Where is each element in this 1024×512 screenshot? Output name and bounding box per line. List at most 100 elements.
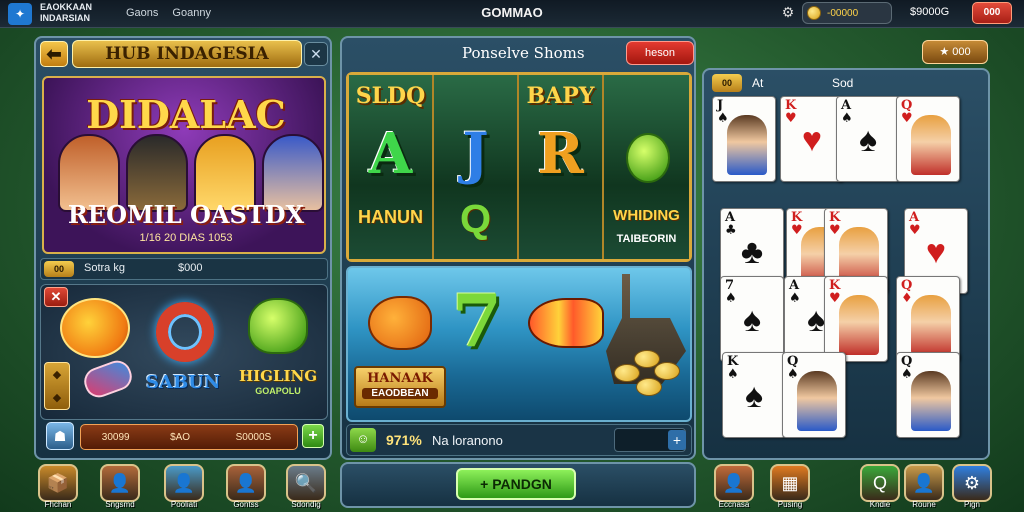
dock-button[interactable]: ▦ bbox=[770, 464, 810, 502]
middle-header-button[interactable]: heson bbox=[626, 41, 694, 65]
dock-label: Sngsmd bbox=[105, 500, 135, 509]
playing-card[interactable]: Q ♠ bbox=[782, 352, 846, 438]
card-panel-badge[interactable]: 00 bbox=[712, 74, 742, 92]
dock-button[interactable]: Q bbox=[860, 464, 900, 502]
dock-button[interactable]: 👤 bbox=[904, 464, 944, 502]
card-rank: J ♠ bbox=[717, 98, 729, 126]
back-arrow-button[interactable]: ⬅ bbox=[40, 41, 68, 67]
add-bet-button[interactable]: + bbox=[302, 424, 324, 448]
dock-button[interactable]: 👤 bbox=[226, 464, 266, 502]
card-suit-icon: ♥ bbox=[801, 121, 823, 159]
card-face-portrait bbox=[911, 371, 951, 431]
trophy-button[interactable]: ★ 000 bbox=[922, 40, 988, 64]
dock-label: Sdondig bbox=[291, 500, 321, 509]
brand-name: EAOKKAAN INDARSIAN bbox=[40, 2, 93, 23]
card-panel-label: At bbox=[752, 76, 764, 90]
banner-title: DIDALAC bbox=[86, 92, 286, 137]
dock-icon: 📦 bbox=[46, 472, 70, 493]
settings-gear-icon[interactable]: ⚙ bbox=[779, 4, 797, 22]
card-face-portrait bbox=[911, 295, 951, 355]
card-suit-icon: ♠ bbox=[742, 301, 762, 339]
dock-icon: 👤 bbox=[172, 472, 196, 493]
close-icon[interactable]: ✕ bbox=[304, 42, 328, 66]
bet-row[interactable]: 30099 $AO S0000S bbox=[80, 424, 298, 450]
playing-card[interactable]: Q ♠ bbox=[896, 352, 960, 438]
slot-reels[interactable]: SLDQ A HANUN J Q BAPY R WHIDING TAIBEORI… bbox=[346, 72, 692, 262]
card-rank: K ♥ bbox=[829, 278, 841, 306]
scene-badge: HANAAK EAODBEAN bbox=[354, 366, 446, 408]
dock-button[interactable]: ⚙ bbox=[952, 464, 992, 502]
frog-symbol-icon bbox=[248, 298, 308, 354]
bet-value: $AO bbox=[170, 431, 191, 443]
slot-reel: WHIDING TAIBEORIN bbox=[604, 75, 689, 259]
character-icon: ☺ bbox=[350, 428, 376, 452]
playing-card[interactable]: J ♠ bbox=[712, 96, 776, 182]
nav-item-2[interactable]: Goanny bbox=[172, 7, 211, 19]
card-rank: A ♣ bbox=[725, 210, 737, 238]
top-action-button[interactable]: 000 bbox=[972, 2, 1012, 24]
card-rank: A ♥ bbox=[909, 210, 921, 238]
playing-card[interactable]: Q ♥ bbox=[896, 96, 960, 182]
reel-bottom-subtext: TAIBEORIN bbox=[616, 233, 677, 245]
symbol-sublabel: GOAPOLU bbox=[255, 386, 301, 396]
profile-icon[interactable]: ☗ bbox=[46, 422, 74, 450]
card-rank: Q ♠ bbox=[787, 354, 799, 382]
card-panel-label: Sod bbox=[832, 76, 854, 90]
dock-button[interactable]: 👤 bbox=[714, 464, 754, 502]
card-rank: Q ♠ bbox=[901, 354, 913, 382]
side-button-icon[interactable]: ◆ bbox=[53, 391, 61, 404]
dock-label: Eccnasa bbox=[718, 500, 750, 509]
banner-subtitle: REOMIL OASTDX bbox=[67, 200, 305, 229]
game-banner[interactable]: DIDALAC REOMIL OASTDX 1/16 20 DIAS 1053 bbox=[42, 76, 326, 254]
playing-card[interactable]: 7 ♠ ♠ bbox=[720, 276, 784, 362]
middle-header-label: Ponselve Shoms bbox=[462, 44, 585, 62]
dock-icon: 👤 bbox=[234, 472, 258, 493]
dock-label: Pign bbox=[963, 500, 980, 509]
card-face-portrait bbox=[797, 371, 837, 431]
playing-card[interactable]: Q ♦ bbox=[896, 276, 960, 362]
card-rank: K ♠ bbox=[727, 354, 739, 382]
add-amount-button[interactable]: + bbox=[668, 430, 686, 450]
dock-icon: 👤 bbox=[722, 472, 746, 493]
slot-reel: BAPY R bbox=[519, 75, 604, 259]
card-suit-icon: ♠ bbox=[858, 121, 878, 159]
side-button-stack[interactable]: ◆ ◆ bbox=[44, 362, 70, 410]
reel-symbol: R bbox=[537, 121, 584, 187]
symbol-label: HIGLING bbox=[238, 367, 318, 385]
reel-bottom-text: HANUN bbox=[358, 207, 423, 227]
card-face-portrait bbox=[727, 115, 767, 175]
dock-button[interactable]: 👤 bbox=[164, 464, 204, 502]
reel-bottom-text: Q bbox=[459, 197, 492, 241]
frog-symbol-icon bbox=[626, 133, 670, 183]
app-logo-icon[interactable]: ✦ bbox=[8, 3, 32, 25]
playing-card[interactable]: A ♠ ♠ bbox=[836, 96, 900, 182]
money-balance: $9000G bbox=[910, 6, 950, 18]
page-title: GOMMAO bbox=[481, 5, 543, 20]
close-icon[interactable]: ✕ bbox=[44, 287, 68, 307]
dock-label: Gontss bbox=[233, 500, 259, 509]
nav-item-1[interactable]: Gaons bbox=[126, 7, 158, 19]
play-button-label: PANDGN bbox=[492, 476, 552, 492]
top-nav: Gaons Goanny bbox=[126, 7, 211, 19]
sun-fish-symbol-icon bbox=[60, 298, 130, 358]
card-rank: Q ♥ bbox=[901, 98, 913, 126]
reel-top-text: BAPY bbox=[526, 83, 595, 109]
card-rank: A ♠ bbox=[841, 98, 853, 126]
side-button-icon[interactable]: ◆ bbox=[53, 368, 61, 381]
trophy-count: 000 bbox=[952, 46, 971, 58]
card-rank: K ♥ bbox=[785, 98, 797, 126]
dock-button[interactable]: 👤 bbox=[100, 464, 140, 502]
dock-icon: Q bbox=[872, 472, 887, 493]
dock-button[interactable]: 📦 bbox=[38, 464, 78, 502]
dock-button[interactable]: 🔍 bbox=[286, 464, 326, 502]
coin-balance-box[interactable]: -00000 bbox=[802, 2, 892, 24]
playing-card[interactable]: K ♥ bbox=[824, 276, 888, 362]
card-rank: A ♠ bbox=[789, 278, 801, 306]
play-button[interactable]: + PANDGN bbox=[456, 468, 576, 500]
scene-badge-title: HANAAK bbox=[367, 371, 433, 386]
info-badge[interactable]: 00 bbox=[44, 261, 74, 277]
playing-card[interactable]: K ♠ ♠ bbox=[722, 352, 786, 438]
stat-percentage: 971% bbox=[386, 432, 422, 448]
playing-card[interactable]: K ♥ ♥ bbox=[780, 96, 844, 182]
dock-icon: ⚙ bbox=[963, 472, 981, 493]
